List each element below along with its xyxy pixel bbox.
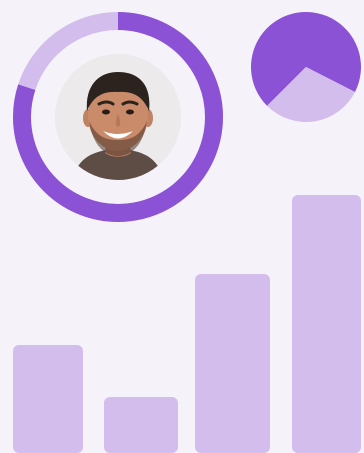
dashboard-widgets xyxy=(0,0,364,453)
progress-ring xyxy=(13,12,223,222)
bar-3 xyxy=(195,274,270,453)
avatar-photo xyxy=(55,54,181,180)
avatar xyxy=(55,54,181,180)
bar-1 xyxy=(13,345,83,453)
bar-4 xyxy=(292,195,361,453)
pie-chart xyxy=(251,11,361,122)
pie-chart-graphic xyxy=(251,11,361,122)
